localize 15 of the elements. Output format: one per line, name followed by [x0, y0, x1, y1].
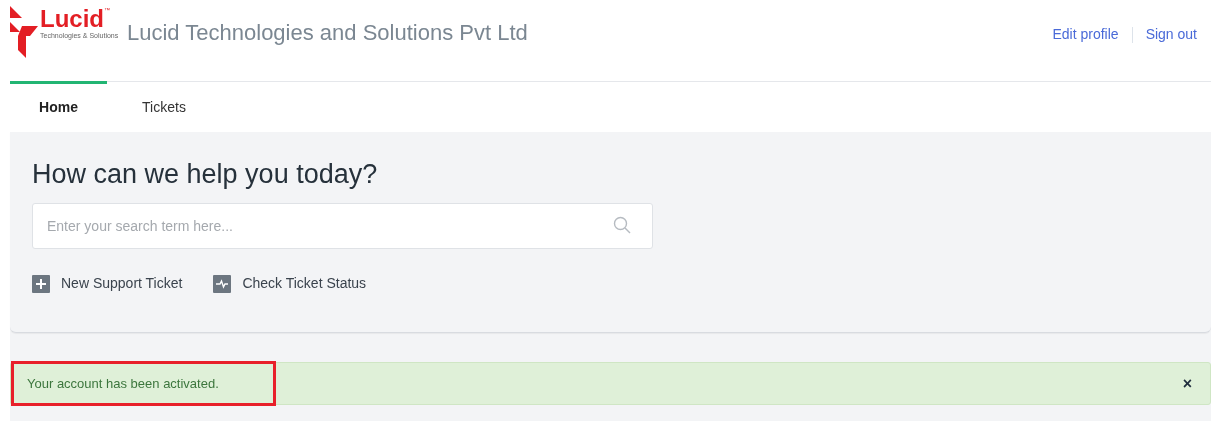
alert-message: Your account has been activated. — [27, 374, 219, 393]
logo-mark-icon — [8, 6, 38, 58]
pulse-icon — [213, 274, 232, 293]
user-link[interactable]: Edit profile — [1052, 24, 1119, 45]
company-name: Lucid Technologies and Solutions Pvt Ltd — [127, 19, 528, 47]
user-link[interactable]: Sign out — [1145, 24, 1197, 45]
action-link[interactable]: New Support Ticket — [32, 273, 183, 294]
search-field[interactable]: Enter your search term here... — [32, 203, 653, 249]
nav-tab[interactable]: Tickets — [107, 81, 221, 131]
search-icon — [613, 216, 631, 234]
close-button[interactable]: × — [1182, 375, 1192, 392]
logo-wordmark: Lucid — [40, 6, 104, 32]
page-heading: How can we help you today? — [32, 158, 379, 191]
action-link[interactable]: Check Ticket Status — [213, 273, 367, 294]
plus-icon — [32, 274, 50, 293]
